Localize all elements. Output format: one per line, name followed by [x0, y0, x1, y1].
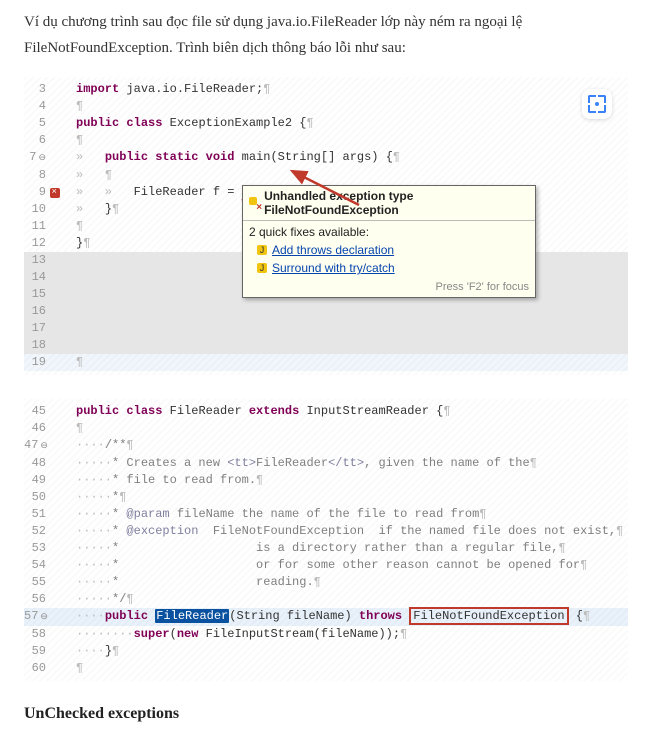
line-number: 12 [24, 235, 52, 252]
line-number: 9 [24, 184, 52, 201]
line-number: 56 [24, 591, 52, 608]
code-line: » }¶ [72, 201, 119, 218]
code-line: ·····* Creates a new <tt>FileReader</tt>… [72, 455, 537, 472]
line-number: 16 [24, 303, 52, 320]
section-heading: UnChecked exceptions [24, 705, 628, 723]
line-number: 11 [24, 218, 52, 235]
tooltip-footer: Press 'F2' for focus [243, 277, 535, 297]
code-line: ········super(new FileInputStream(fileNa… [72, 626, 407, 643]
line-number: 57⊖ [24, 608, 52, 626]
lightbulb-icon: J [257, 245, 267, 255]
line-number: 8 [24, 167, 52, 184]
line-number: 15 [24, 286, 52, 303]
code-line: ····}¶ [72, 643, 119, 660]
fold-icon[interactable]: ⊖ [38, 441, 48, 451]
code-block-1: 3 import java.io.FileReader;¶ 4 ¶ 5 public … [24, 77, 628, 375]
code-line: public class ExceptionExample2 {¶ [72, 115, 314, 132]
code-line: ·····*¶ [72, 489, 126, 506]
lightbulb-icon: J [257, 263, 267, 273]
annotation-box: FileNotFoundException [409, 607, 568, 625]
line-number: 4 [24, 98, 52, 115]
code-line: ¶ [72, 218, 83, 235]
quickfix-surround-trycatch[interactable]: Surround with try/catch [272, 261, 395, 275]
line-number: 18 [24, 337, 52, 354]
line-number: 60 [24, 660, 52, 677]
line-number: 46 [24, 420, 52, 437]
line-number: 59 [24, 643, 52, 660]
line-number: 17 [24, 320, 52, 337]
tooltip-subtitle: 2 quick fixes available: [243, 221, 535, 241]
code-line: }¶ [72, 235, 90, 252]
line-number: 49 [24, 472, 52, 489]
quickfix-add-throws[interactable]: Add throws declaration [272, 243, 394, 257]
code-line: public class FileReader extends InputStr… [72, 403, 451, 420]
line-number: 10 [24, 201, 52, 218]
line-number: 7⊖ [24, 149, 52, 167]
lightbulb-error-icon [249, 197, 260, 209]
line-number: 55 [24, 574, 52, 591]
line-number: 52 [24, 523, 52, 540]
code-line: ·····*/¶ [72, 591, 134, 608]
code-line: ¶ [72, 98, 83, 115]
fold-icon[interactable]: ⊖ [38, 612, 48, 622]
code-line: ·····* file to read from.¶ [72, 472, 263, 489]
line-number: 5 [24, 115, 52, 132]
error-icon[interactable] [50, 188, 60, 198]
code-line: ¶ [72, 420, 83, 437]
text-selection: FileReader [155, 609, 229, 623]
code-line: » public static void main(String[] args)… [72, 149, 400, 166]
code-block-2: 45 public class FileReader extends InputS… [24, 399, 628, 681]
line-number: 13 [24, 252, 52, 269]
code-line: ¶ [72, 354, 83, 371]
line-number: 51 [24, 506, 52, 523]
scan-icon[interactable] [582, 89, 612, 119]
code-line: » ¶ [72, 167, 112, 184]
line-number: 45 [24, 403, 52, 420]
tooltip-title: Unhandled exception type FileNotFoundExc… [264, 189, 529, 217]
line-number: 53 [24, 540, 52, 557]
line-number: 58 [24, 626, 52, 643]
line-number: 54 [24, 557, 52, 574]
code-line: ·····* @exception FileNotFoundException … [72, 523, 623, 540]
code-line: ····/**¶ [72, 437, 134, 454]
code-line: ¶ [72, 132, 83, 149]
code-line: import java.io.FileReader;¶ [72, 81, 270, 98]
line-number: 50 [24, 489, 52, 506]
quickfix-tooltip: Unhandled exception type FileNotFoundExc… [242, 185, 536, 298]
code-line: ·····* is a directory rather than a regu… [72, 540, 566, 557]
line-number: 6 [24, 132, 52, 149]
code-line: ····public FileReader(String fileName) t… [72, 608, 590, 625]
code-line: ·····* @param fileName the name of the f… [72, 506, 487, 523]
line-number: 3 [24, 81, 52, 98]
line-number: 14 [24, 269, 52, 286]
code-line: ¶ [72, 660, 83, 677]
line-number: 19 [24, 354, 52, 371]
code-line: ·····* or for some other reason cannot b… [72, 557, 587, 574]
code-line: ·····* reading.¶ [72, 574, 321, 591]
fold-icon[interactable]: ⊖ [36, 153, 46, 163]
line-number: 48 [24, 455, 52, 472]
intro-paragraph: Ví dụ chương trình sau đọc file sử dụng … [24, 10, 628, 61]
line-number: 47⊖ [24, 437, 52, 455]
